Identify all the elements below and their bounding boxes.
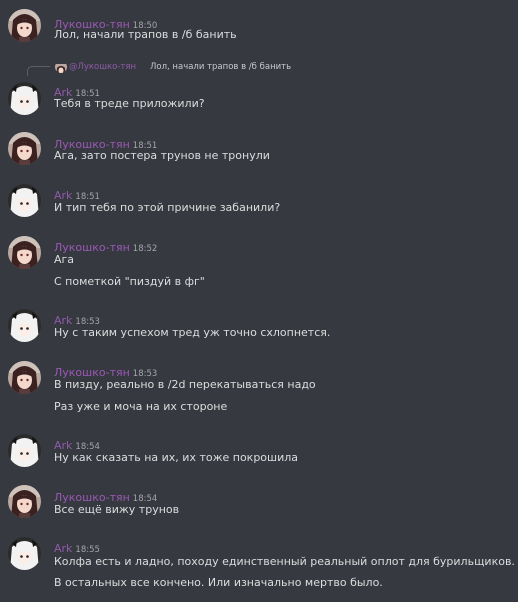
white-hair-avatar[interactable] [8,537,41,570]
timestamp: 18:52 [132,244,158,254]
message-text: С пометкой "пиздуй в фг" [54,275,205,288]
message-text: В остальных все кончено. Или изначально … [54,576,383,589]
message-text: Колфа есть и ладно, походу единственный … [54,555,515,568]
message-text: Ну как сказать на их, их тоже покрошила [54,451,299,464]
chat-message-list: @Лукошко-тян Лол, начали трапов в /б бан… [0,0,518,602]
message-text: В пизду, реально в /2d перекатываться на… [54,378,316,391]
anime-girl-avatar[interactable] [8,236,41,269]
message-text: Ага [54,253,75,266]
anime-girl-avatar[interactable] [8,485,41,518]
message-text: И тип тебя по этой причине забанили? [54,201,281,214]
reply-avatar[interactable] [55,61,67,73]
white-hair-avatar[interactable] [8,309,41,342]
reply-text[interactable]: Лол, начали трапов в /б банить [150,62,291,72]
timestamp: 18:55 [75,545,100,555]
message-text: Ну с таким успехом тред уж точно схлопне… [54,326,331,339]
anime-girl-avatar[interactable] [8,361,41,394]
message-text: Раз уже и моча на их стороне [54,400,228,413]
message-text: Лол, начали трапов в /б банить [54,28,237,41]
message-text: Ага, зато постера трунов не тронули [54,149,270,162]
white-hair-avatar[interactable] [8,434,41,467]
author-name[interactable]: Ark [54,542,72,555]
white-hair-avatar[interactable] [8,184,41,217]
anime-girl-avatar[interactable] [8,9,41,42]
anime-girl-avatar[interactable] [8,132,41,165]
message-text: Все ещё вижу трунов [54,503,180,516]
message-text: Тебя в треде приложили? [54,97,205,110]
reply-connector [27,66,50,76]
reply-author[interactable]: @Лукошко-тян [69,62,136,72]
white-hair-avatar[interactable] [8,82,41,115]
